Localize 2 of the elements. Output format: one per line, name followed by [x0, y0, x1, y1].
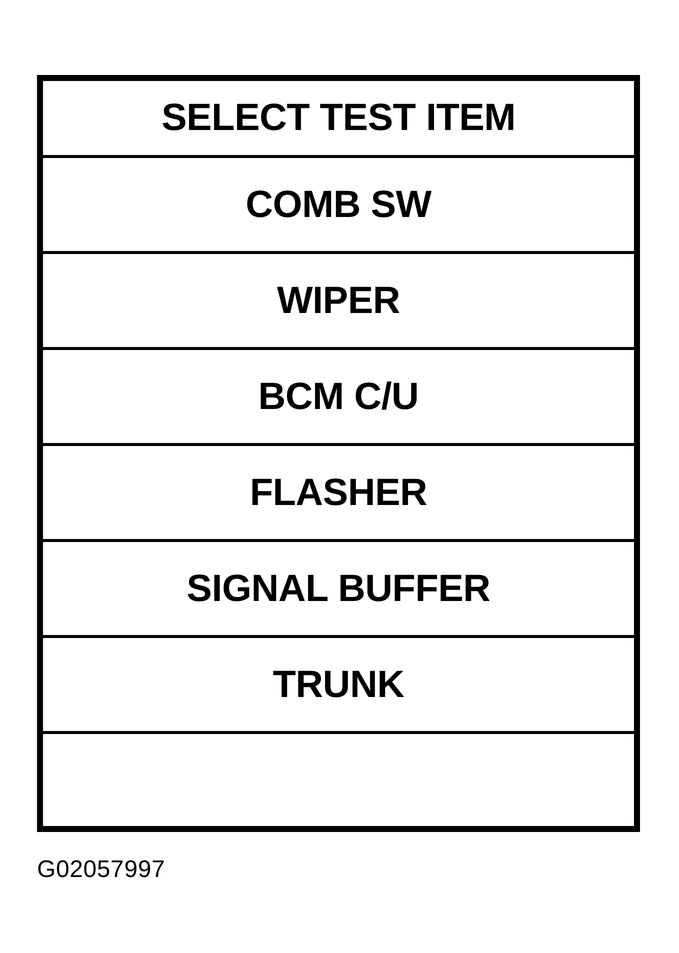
figure-id: G02057997 — [37, 858, 166, 882]
menu-title: SELECT TEST ITEM — [161, 99, 516, 137]
